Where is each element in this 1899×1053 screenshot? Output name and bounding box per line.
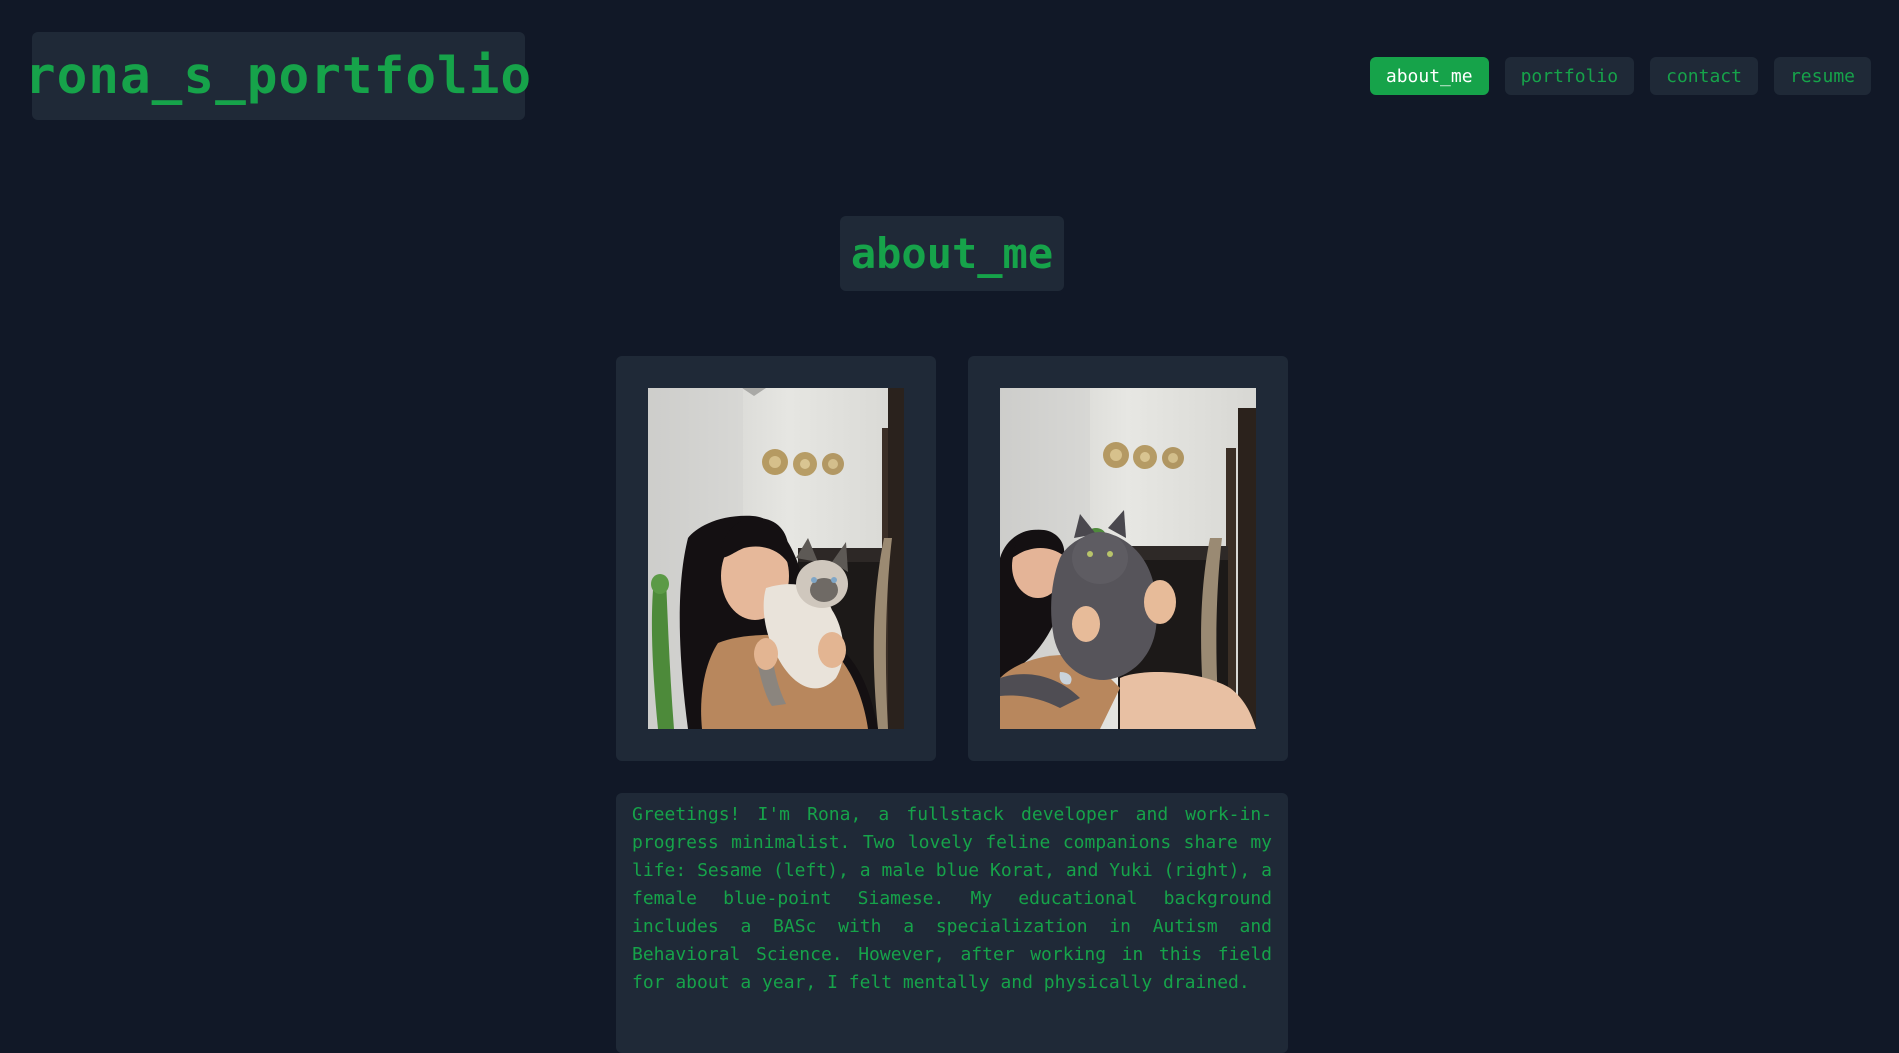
photo-card-sesame bbox=[616, 356, 936, 761]
section-title: about_me bbox=[850, 229, 1054, 278]
main-nav: about_me portfolio contact resume bbox=[1369, 57, 1871, 95]
nav-portfolio-button[interactable]: portfolio bbox=[1504, 57, 1635, 95]
photo-person-with-korat-cat bbox=[1000, 388, 1256, 729]
site-title: rona_s_portfolio bbox=[24, 46, 533, 106]
bio-card: Greetings! I'm Rona, a fullstack develop… bbox=[616, 793, 1288, 1053]
nav-resume-button[interactable]: resume bbox=[1773, 57, 1871, 95]
bio-text: Greetings! I'm Rona, a fullstack develop… bbox=[632, 804, 1272, 993]
nav-about-me-button[interactable]: about_me bbox=[1369, 57, 1489, 95]
site-brand[interactable]: rona_s_portfolio bbox=[25, 32, 531, 120]
nav-contact-button[interactable]: contact bbox=[1650, 57, 1758, 95]
section-heading-box: about_me bbox=[840, 216, 1064, 291]
photo-person-with-siamese-cat bbox=[648, 388, 904, 729]
photo-card-yuki bbox=[968, 356, 1288, 761]
